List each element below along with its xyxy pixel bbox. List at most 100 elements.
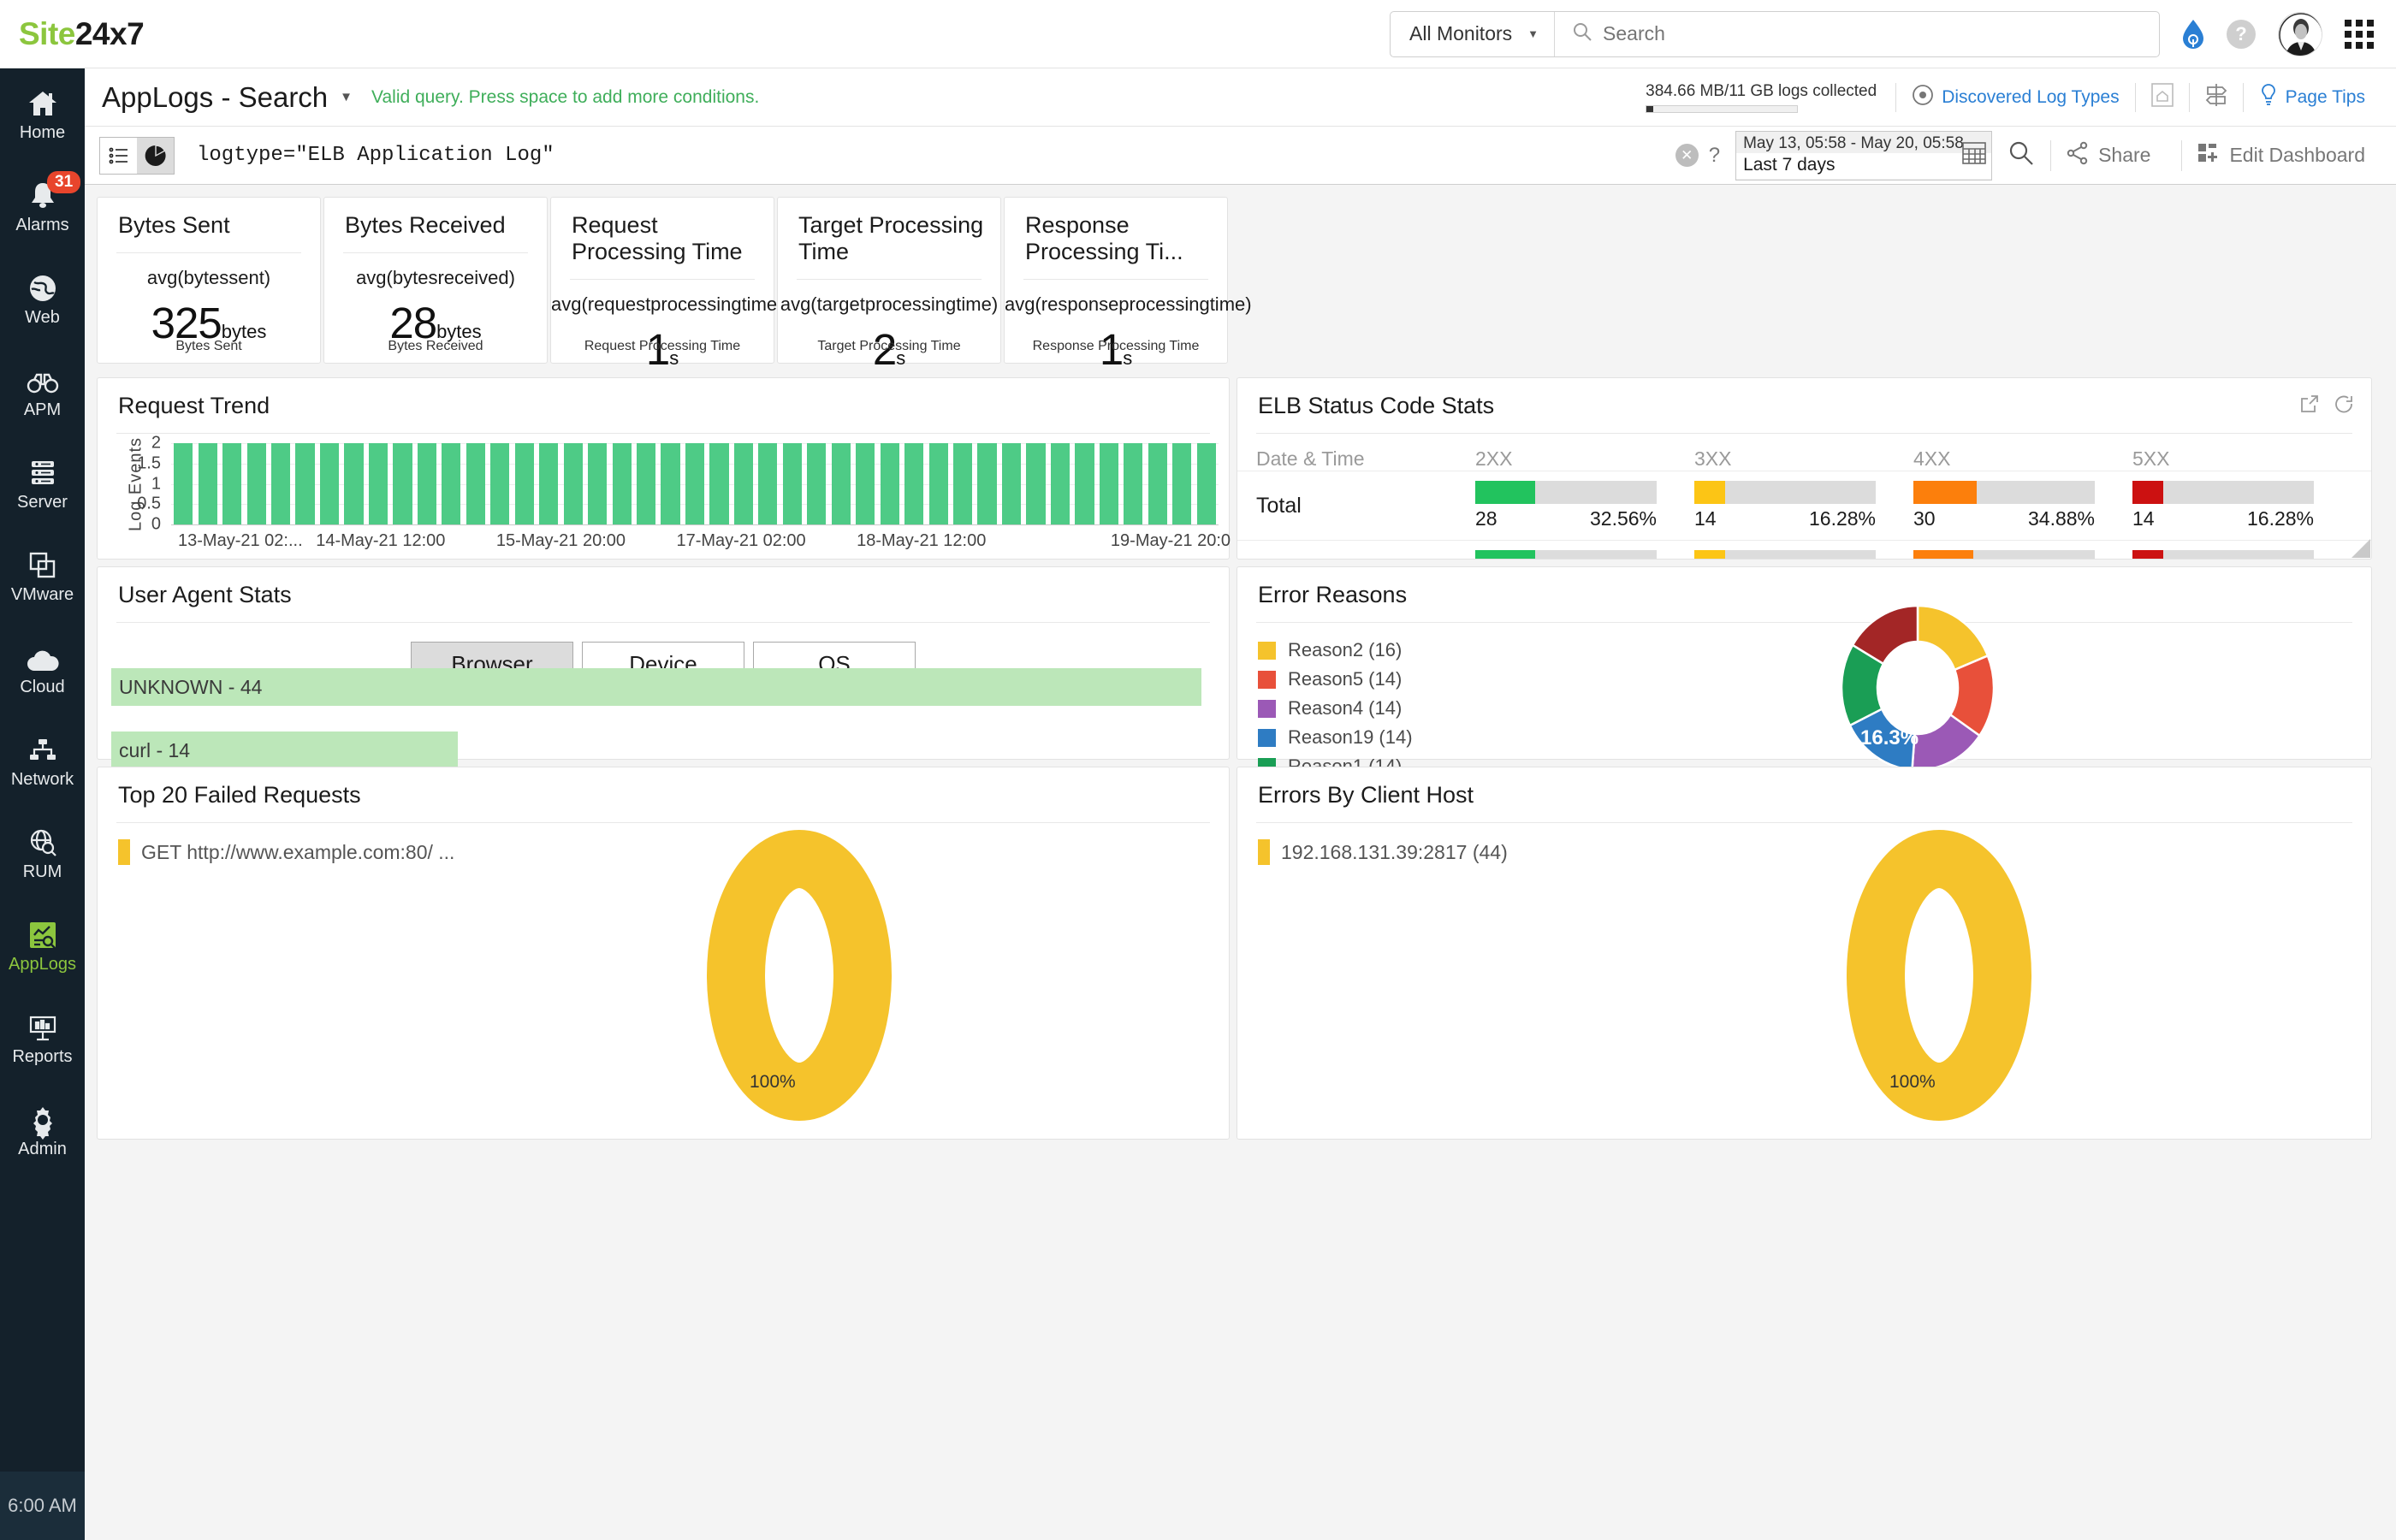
sidebar-item-web[interactable]: Web [0, 253, 85, 346]
edit-dashboard-button[interactable]: Edit Dashboard [2182, 142, 2381, 169]
bar[interactable] [466, 443, 485, 524]
bar[interactable] [174, 443, 193, 524]
bar[interactable] [1026, 443, 1046, 524]
clear-query-icon[interactable]: ✕ [1675, 144, 1699, 167]
bar[interactable] [539, 443, 559, 524]
date-range-picker[interactable]: May 13, 05:58 - May 20, 05:58 Last 7 day… [1735, 130, 1993, 181]
signpost-icon-button[interactable] [2190, 82, 2243, 113]
row-label: Total [1256, 493, 1302, 518]
list-view-button[interactable] [100, 137, 137, 174]
table-cell: 30 34.88% [1913, 481, 2132, 530]
chart-view-button[interactable] [137, 137, 174, 174]
bar[interactable] [393, 443, 412, 524]
refresh-icon[interactable] [2334, 394, 2354, 418]
bar[interactable] [709, 443, 729, 524]
sidebar-item-vmware[interactable]: VMware [0, 530, 85, 623]
bar[interactable] [733, 443, 754, 524]
feedback-icon[interactable] [2182, 19, 2204, 49]
bar[interactable] [856, 443, 875, 524]
bar[interactable] [807, 443, 827, 524]
open-external-icon[interactable] [2299, 394, 2320, 418]
bar[interactable] [1001, 443, 1022, 524]
bar[interactable] [588, 443, 608, 524]
bar[interactable] [661, 443, 680, 524]
bar[interactable] [563, 443, 583, 524]
share-button[interactable]: Share [2051, 141, 2166, 169]
bar[interactable] [442, 443, 461, 524]
bar[interactable] [758, 443, 778, 524]
avatar[interactable] [2278, 11, 2322, 56]
donut-slice[interactable] [707, 830, 892, 1121]
discovered-log-types-button[interactable]: Discovered Log Types [1896, 84, 2134, 111]
x-axis-tick: 15-May-21 20:00 [495, 531, 626, 550]
sidebar-item-admin[interactable]: Admin [0, 1085, 85, 1177]
home-dashboard-button[interactable] [2136, 82, 2189, 112]
query-input[interactable]: logtype="ELB Application Log" [197, 144, 555, 167]
bar[interactable] [295, 443, 315, 524]
legend-item[interactable]: Reason4 (14) [1258, 697, 1413, 720]
bar[interactable] [198, 443, 217, 524]
sidebar-item-alarms[interactable]: 31 Alarms [0, 161, 85, 253]
date-range-value: May 13, 05:58 - May 20, 05:58 [1743, 133, 1964, 152]
divider [116, 433, 1210, 434]
sidebar-item-server[interactable]: Server [0, 438, 85, 530]
sidebar-item-reports[interactable]: Reports [0, 992, 85, 1085]
legend-item[interactable]: Reason2 (16) [1258, 639, 1413, 661]
bar[interactable] [612, 443, 632, 524]
bar[interactable] [270, 443, 291, 524]
bar[interactable] [368, 443, 388, 524]
sidebar-item-apm[interactable]: APM [0, 346, 85, 438]
sidebar-item-applogs[interactable]: AppLogs [0, 900, 85, 992]
bar[interactable] [319, 443, 340, 524]
legend-item[interactable]: Reason19 (14) [1258, 726, 1413, 749]
page-tips-label: Page Tips [2285, 86, 2365, 107]
query-help-icon[interactable]: ? [1709, 144, 1720, 168]
bar[interactable] [831, 443, 851, 524]
legend-item[interactable]: Reason5 (14) [1258, 668, 1413, 690]
resize-grip[interactable] [2352, 539, 2370, 558]
bar[interactable] [246, 443, 266, 524]
monitor-filter-dropdown[interactable]: All Monitors ▼ [1391, 11, 1556, 56]
bar[interactable] [1124, 443, 1143, 524]
y-axis-tick: 2 [151, 433, 161, 453]
bar[interactable] [928, 443, 948, 524]
bar[interactable] [685, 443, 705, 524]
bar[interactable] [636, 443, 656, 524]
bar[interactable] [1075, 443, 1094, 524]
bar[interactable] [782, 443, 802, 524]
sidebar-item-label: Reports [12, 1047, 73, 1066]
bar[interactable] [977, 443, 997, 524]
bar[interactable] [904, 443, 924, 524]
list-item[interactable]: curl - 14 [111, 732, 459, 769]
bar[interactable] [880, 443, 899, 524]
list-item[interactable]: UNKNOWN - 44 [111, 668, 1201, 706]
bar[interactable] [490, 443, 510, 524]
network-icon [29, 733, 56, 764]
run-search-icon[interactable] [2008, 139, 2035, 171]
bar[interactable] [1099, 443, 1118, 524]
bar[interactable] [1148, 443, 1167, 524]
bar[interactable] [514, 443, 534, 524]
sidebar-item-home[interactable]: Home [0, 68, 85, 161]
apps-grid-icon[interactable] [2345, 19, 2374, 49]
page-title-chevron-down-icon[interactable]: ▼ [340, 90, 353, 104]
sidebar-item-cloud[interactable]: Cloud [0, 623, 85, 715]
cell-percent: 16.28% [2246, 507, 2314, 530]
kpi-aggregation: avg(bytesreceived) [356, 267, 515, 288]
bar[interactable] [417, 443, 436, 524]
bar[interactable] [344, 443, 364, 524]
legend-label: Reason19 (14) [1288, 726, 1413, 748]
search-input[interactable] [1603, 22, 2159, 45]
sidebar-item-network[interactable]: Network [0, 715, 85, 808]
bar[interactable] [1172, 443, 1192, 524]
bar[interactable] [953, 443, 973, 524]
sidebar-item-rum[interactable]: RUM [0, 808, 85, 900]
bar[interactable] [1196, 443, 1216, 524]
help-icon[interactable]: ? [2227, 19, 2256, 49]
site24x7-logo[interactable]: Site24x7 [19, 16, 145, 52]
donut-slice[interactable] [1847, 830, 2031, 1121]
table-row: Thu, 13 May433.33%216.67%433.33%216.67% [1237, 540, 2371, 559]
page-tips-button[interactable]: Page Tips [2244, 83, 2381, 112]
bar[interactable] [222, 443, 242, 524]
bar[interactable] [1050, 443, 1070, 524]
